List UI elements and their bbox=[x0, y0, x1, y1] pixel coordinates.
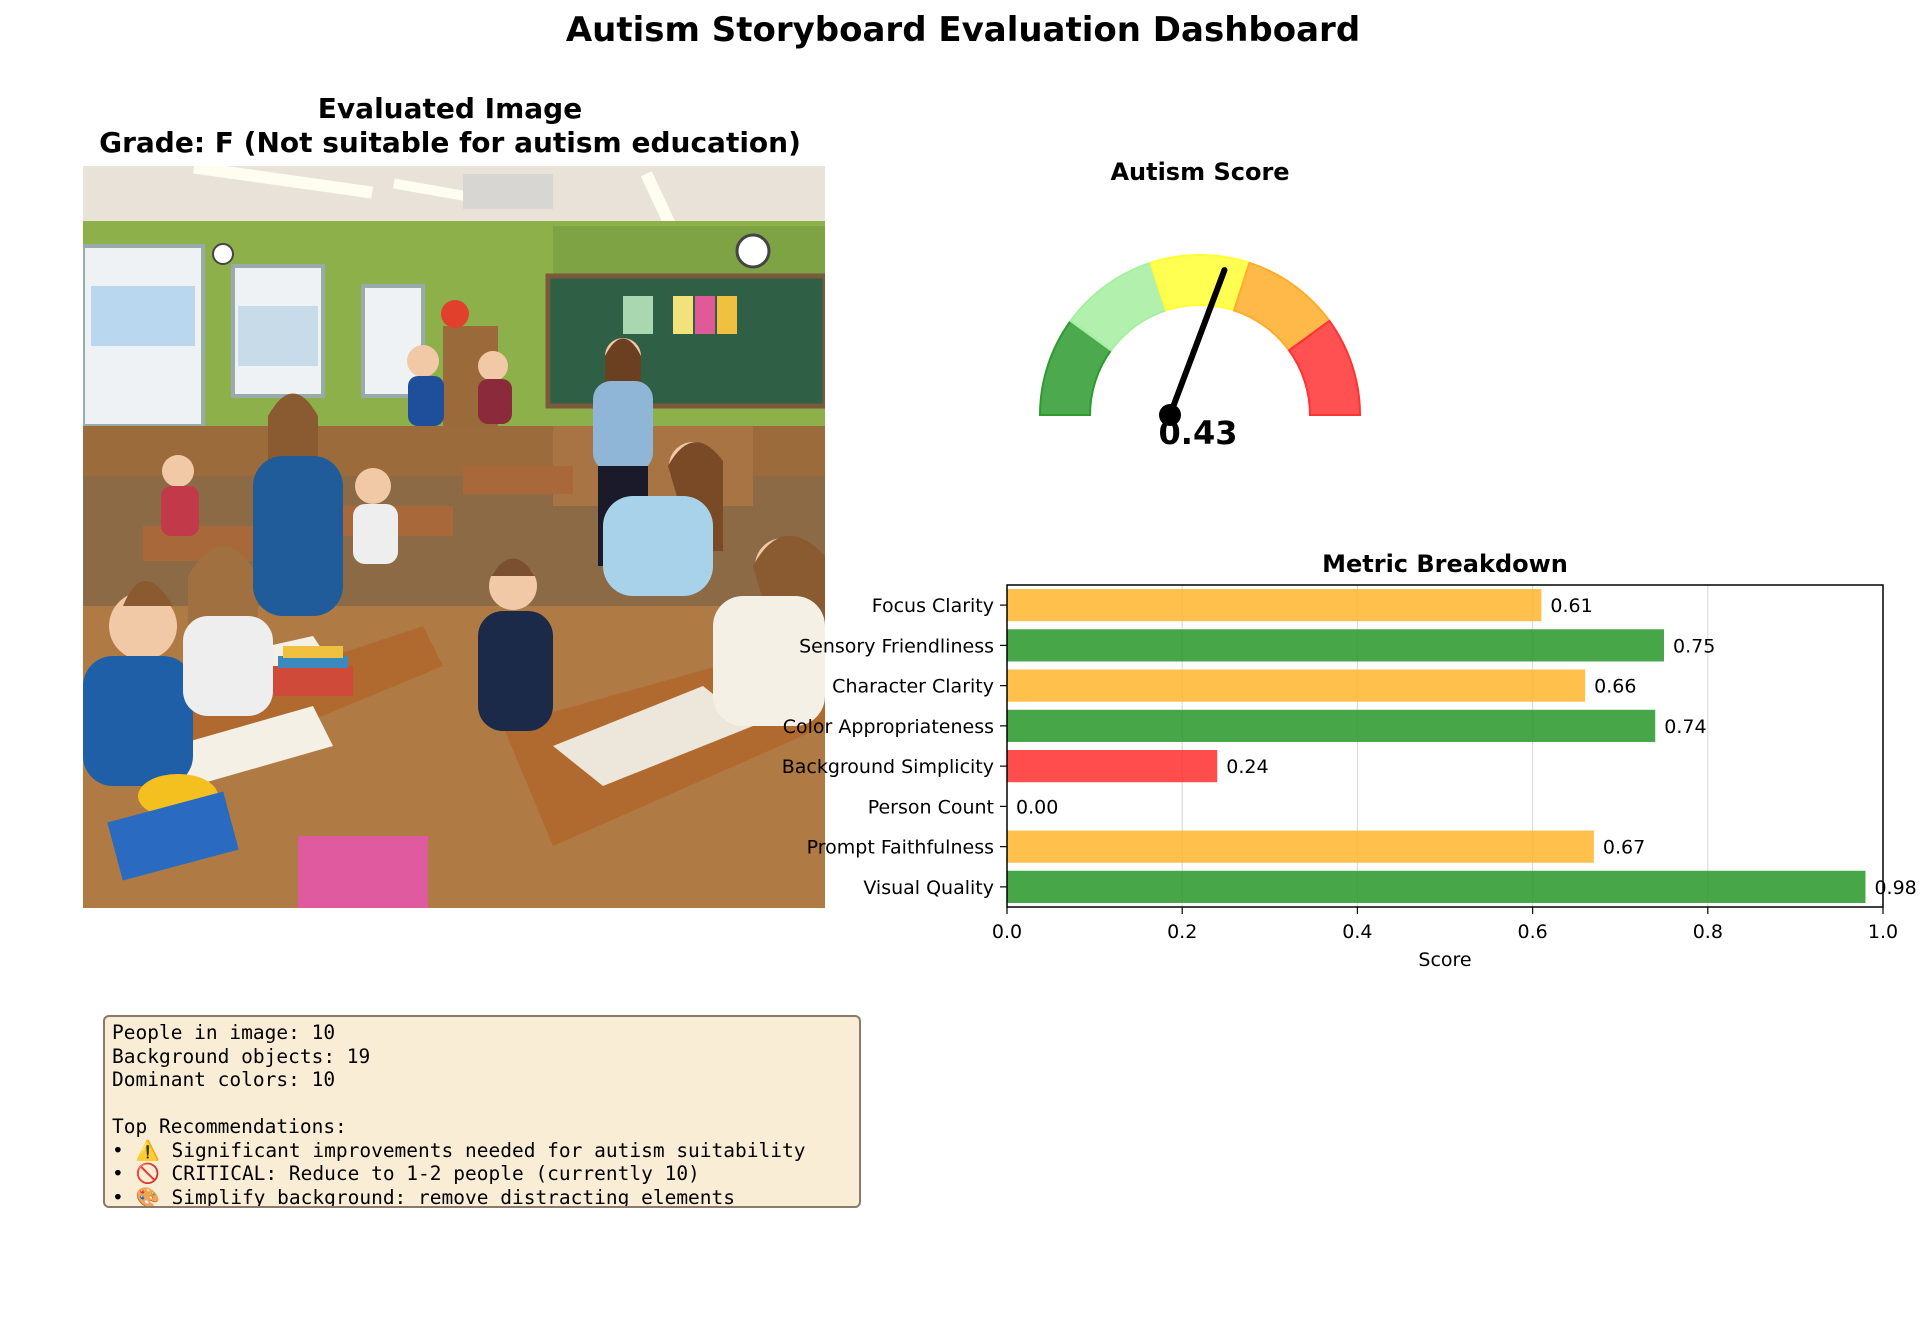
category-label: Background Simplicity bbox=[782, 756, 994, 778]
evaluated-image bbox=[83, 166, 825, 908]
category-label: Sensory Friendliness bbox=[799, 635, 994, 657]
bar-visual-quality bbox=[1007, 870, 1866, 903]
category-label: Focus Clarity bbox=[872, 595, 994, 617]
bar-color-appropriateness bbox=[1007, 709, 1656, 742]
bar-value-label: 0.61 bbox=[1550, 595, 1592, 617]
dashboard-title: Autism Storyboard Evaluation Dashboard bbox=[565, 10, 1361, 50]
x-tick-label: 0.6 bbox=[1517, 921, 1547, 943]
grade-label: Grade: F (Not suitable for autism educat… bbox=[99, 126, 801, 159]
x-tick-label: 1.0 bbox=[1868, 921, 1898, 943]
bar-background-simplicity bbox=[1007, 750, 1218, 783]
image-panel-title-line1: Evaluated Image bbox=[317, 92, 583, 125]
chart-bars bbox=[1007, 589, 1866, 903]
category-label: Visual Quality bbox=[863, 877, 994, 899]
x-tick-label: 0.4 bbox=[1342, 921, 1372, 943]
gauge-band-3 bbox=[1149, 254, 1251, 312]
chart-title: Metric Breakdown bbox=[1322, 550, 1568, 578]
bar-value-label: 0.00 bbox=[1016, 796, 1058, 818]
summary-line bbox=[112, 1092, 852, 1116]
image-panel-title: Evaluated Image Grade: F (Not suitable f… bbox=[60, 92, 840, 160]
x-tick-label: 0.8 bbox=[1693, 921, 1723, 943]
category-label: Character Clarity bbox=[832, 676, 994, 698]
gauge-value: 0.43 bbox=[1159, 414, 1238, 452]
summary-line: Top Recommendations: bbox=[112, 1115, 347, 1138]
category-label: Person Count bbox=[868, 796, 994, 818]
bar-value-label: 0.74 bbox=[1664, 716, 1706, 738]
summary-line: • 🚫 CRITICAL: Reduce to 1-2 people (curr… bbox=[112, 1162, 700, 1185]
category-label: Prompt Faithfulness bbox=[807, 837, 994, 859]
bar-value-label: 0.24 bbox=[1226, 756, 1268, 778]
metric-breakdown-chart: Metric Breakdown 0.0 0.2 0.4 0.6 0.8 1.0 Focus… bbox=[782, 550, 1917, 971]
bar-value-label: 0.98 bbox=[1874, 877, 1916, 899]
x-tick-label: 0.0 bbox=[992, 921, 1022, 943]
bar-value-label: 0.66 bbox=[1594, 676, 1636, 698]
bar-value-label: 0.75 bbox=[1673, 635, 1715, 657]
x-axis-label: Score bbox=[1418, 949, 1471, 971]
bar-focus-clarity bbox=[1007, 589, 1542, 622]
summary-line: Background objects: 19 bbox=[112, 1044, 371, 1068]
category-label: Color Appropriateness bbox=[783, 716, 994, 738]
summary-line: Dominant colors: 10 bbox=[112, 1068, 336, 1091]
bar-prompt-faithfulness bbox=[1007, 830, 1594, 863]
summary-line: • ⚠️ Significant improvements needed for… bbox=[112, 1138, 806, 1162]
autism-score-gauge: 0.43 bbox=[1038, 254, 1362, 452]
x-tick-label: 0.2 bbox=[1167, 921, 1197, 943]
bar-value-label: 0.67 bbox=[1603, 837, 1645, 859]
bar-character-clarity bbox=[1007, 669, 1586, 702]
summary-line: • 🎨 Simplify background: remove distract… bbox=[112, 1185, 736, 1208]
bar-sensory-friendliness bbox=[1007, 629, 1664, 662]
summary-line: People in image: 10 bbox=[112, 1021, 336, 1044]
summary-box: People in image: 10 Background objects: 1… bbox=[103, 1015, 861, 1208]
